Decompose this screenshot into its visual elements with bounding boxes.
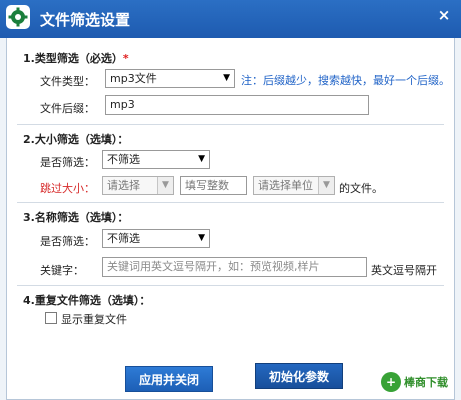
name-filter-label: 是否筛选： [40,235,95,248]
name-section-title: 3.名称筛选（选填）： [23,211,129,224]
show-dup-checkbox[interactable] [45,312,57,324]
keyword-note: 英文逗号隔开 [371,264,437,277]
required-mark: * [122,52,129,65]
size-compare-placeholder: 请选择 [107,179,140,192]
watermark-logo: + 棒商下载 [381,372,448,392]
watermark-mark: + [381,372,401,392]
keyword-label: 关键字： [40,264,84,277]
chevron-down-icon: ▼ [318,177,334,194]
size-unit-select[interactable]: 请选择单位 ▼ [253,176,335,195]
type-hint: 注：后缀越少，搜索越快，最好一个后缀。 [241,74,450,87]
watermark-text: 棒商下载 [404,376,448,389]
dup-section-title: 4.重复文件筛选（选填）： [23,294,151,307]
type-section-title: 1.类型筛选（必选）* [23,50,129,66]
chevron-down-icon: ▼ [198,154,205,164]
gear-icon [6,5,30,29]
keyword-input[interactable]: 关键词用英文逗号隔开，如：预览视频,样片 [102,257,367,277]
suffix-label: 文件后缀： [40,102,95,115]
title-bar: 文件筛选设置 × [0,0,461,38]
size-number-input[interactable]: 填写整数 [180,176,247,195]
file-type-value: mp3文件 [110,72,157,85]
skip-size-label: 跳过大小： [40,182,95,195]
type-section-title-text: 1.类型筛选（必选） [23,52,123,65]
suffix-input[interactable]: mp3 [105,95,369,115]
size-section-title: 2.大小筛选（选填）： [23,133,129,146]
chevron-down-icon: ▼ [223,73,230,83]
name-filter-value: 不筛选 [107,232,140,245]
size-compare-select[interactable]: 请选择 ▼ [102,176,174,195]
file-type-label: 文件类型： [40,75,95,88]
reset-params-button[interactable]: 初始化参数 [255,363,343,389]
chevron-down-icon: ▼ [198,233,205,243]
settings-panel: 1.类型筛选（必选）* 文件类型： mp3文件 ▼ 注：后缀越少，搜索越快，最好… [6,38,455,400]
file-type-select[interactable]: mp3文件 ▼ [105,69,235,88]
chevron-down-icon: ▼ [157,177,173,194]
size-filter-value: 不筛选 [107,153,140,166]
window-title: 文件筛选设置 [40,11,131,29]
size-file-suffix: 的文件。 [339,182,383,195]
size-number-placeholder: 填写整数 [185,179,229,192]
divider [17,124,444,125]
keyword-placeholder: 关键词用英文逗号隔开，如：预览视频,样片 [107,260,320,273]
divider [17,285,444,286]
show-dup-label[interactable]: 显示重复文件 [61,311,127,327]
apply-close-button[interactable]: 应用并关闭 [125,366,213,392]
divider [17,202,444,203]
size-filter-label: 是否筛选： [40,156,95,169]
size-filter-select[interactable]: 不筛选 ▼ [102,150,210,169]
close-button[interactable]: × [434,6,454,24]
size-unit-placeholder: 请选择单位 [258,179,313,192]
name-filter-select[interactable]: 不筛选 ▼ [102,229,210,248]
